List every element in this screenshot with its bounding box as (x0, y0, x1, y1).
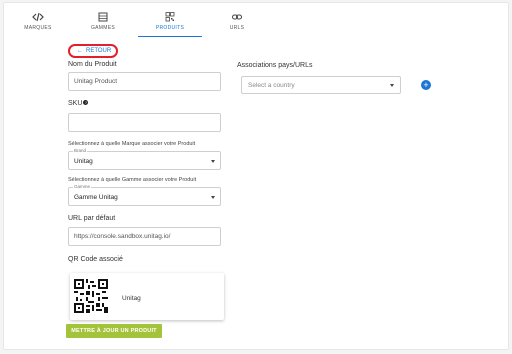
tab-gammes[interactable]: GAMMES (71, 9, 135, 37)
caret-down-icon (211, 196, 215, 199)
caret-down-icon (390, 84, 394, 87)
range-float-label: Gamme (73, 184, 92, 189)
tab-marques[interactable]: MARQUES (6, 9, 70, 37)
tab-urls-label: URLS (229, 25, 245, 31)
associations-title: Associations pays/URLs (237, 62, 313, 69)
sku-label-text: SKU (68, 100, 83, 107)
url-input[interactable]: https://console.sandbox.unitag.io/ (68, 227, 221, 246)
brand-select[interactable]: Brand Unitag (68, 148, 221, 170)
caret-down-icon (211, 160, 215, 163)
brand-help-text: Sélectionnez à quelle Marque associer vo… (68, 141, 196, 147)
code-icon (32, 12, 44, 22)
country-placeholder: Select a country (248, 82, 295, 89)
back-label: RETOUR (86, 48, 112, 54)
sku-label: SKU? (68, 100, 89, 107)
arrow-left-icon: ← (77, 48, 83, 54)
url-label: URL par défaut (68, 215, 116, 222)
link-icon (232, 14, 242, 20)
range-value: Gamme Unitag (74, 194, 118, 201)
brand-float-label: Brand (73, 148, 88, 153)
country-select[interactable]: Select a country (241, 76, 401, 94)
question-circle-icon[interactable]: ? (83, 100, 89, 105)
qr-product-name: Unitag (122, 295, 141, 302)
product-name-label: Nom du Produit (68, 61, 117, 68)
back-button[interactable]: ← RETOUR (68, 44, 118, 58)
range-help-text: Sélectionnez à quelle Gamme associer vot… (68, 177, 197, 183)
tab-produits[interactable]: PRODUITS (138, 9, 202, 37)
range-select[interactable]: Gamme Gamme Unitag (68, 184, 221, 206)
top-nav: MARQUES GAMMES PRODUITS URLS (4, 9, 264, 39)
brand-value: Unitag (74, 158, 93, 165)
product-edit-card: MARQUES GAMMES PRODUITS URLS ← RETOUR Nom… (3, 2, 509, 350)
tab-produits-label: PRODUITS (155, 25, 185, 31)
plus-circle-icon[interactable]: + (421, 80, 431, 90)
qrcode-icon (165, 12, 175, 22)
tab-marques-label: MARQUES (24, 25, 52, 31)
qr-code-image (74, 279, 108, 313)
product-name-input[interactable]: Unitag Product (68, 72, 221, 91)
update-product-button[interactable]: METTRE À JOUR UN PRODUIT (66, 324, 162, 338)
list-icon (98, 12, 108, 22)
tab-gammes-label: GAMMES (90, 25, 116, 31)
qr-label: QR Code associé (68, 256, 123, 263)
sku-input[interactable] (68, 113, 221, 132)
tab-urls[interactable]: URLS (205, 9, 269, 37)
qr-card: Unitag (70, 273, 224, 320)
